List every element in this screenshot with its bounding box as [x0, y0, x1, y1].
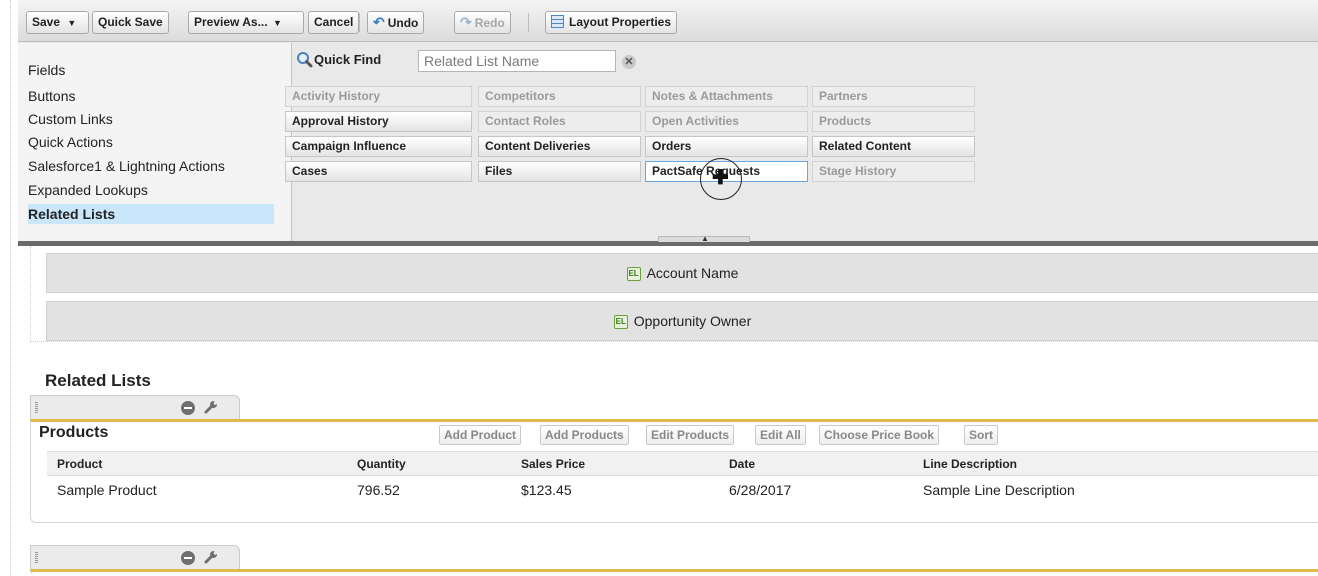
- table-cell: Sample Line Description: [923, 482, 1075, 498]
- quick-find-input[interactable]: [418, 50, 616, 72]
- wrench-icon[interactable]: [203, 549, 219, 565]
- field-label: Opportunity Owner: [633, 313, 752, 329]
- remove-icon[interactable]: [181, 551, 195, 565]
- chevron-down-icon[interactable]: ▼: [273, 18, 282, 28]
- column-header: Product: [57, 457, 103, 471]
- palette-collapse-handle[interactable]: ▲: [658, 234, 750, 243]
- related-list-tab[interactable]: [30, 545, 240, 570]
- palette-item[interactable]: Related Content: [812, 136, 975, 157]
- drag-cursor-icon: ✚: [700, 158, 742, 200]
- field-label: Account Name: [646, 265, 739, 281]
- toolbar-divider: [359, 13, 360, 32]
- add-product-button[interactable]: Add Product: [439, 425, 521, 445]
- palette-item[interactable]: Orders: [645, 136, 808, 157]
- save-button[interactable]: Save ▼: [26, 11, 89, 34]
- page-gutter: [10, 0, 11, 576]
- remove-icon[interactable]: [181, 401, 195, 415]
- field-type-icon: EL: [626, 267, 641, 281]
- palette-item[interactable]: Cases: [285, 161, 472, 182]
- column-header: Quantity: [357, 457, 406, 471]
- layout-properties-button[interactable]: Layout Properties: [545, 11, 678, 34]
- related-list-tab[interactable]: [30, 395, 240, 420]
- category-custom-links[interactable]: Custom Links: [28, 109, 274, 129]
- quick-save-button[interactable]: Quick Save: [92, 11, 169, 34]
- column-header: Date: [729, 457, 756, 471]
- layout-palette: Save ▼ Quick Save Preview As... ▼ Cancel…: [18, 0, 1318, 246]
- sort-button[interactable]: Sort: [964, 425, 998, 445]
- layout-properties-icon: [551, 15, 564, 28]
- column-header: Sales Price: [521, 457, 586, 471]
- toolbar: Save ▼ Quick Save Preview As... ▼ Cancel…: [18, 0, 1318, 42]
- undo-button[interactable]: ↶ Undo: [367, 11, 425, 34]
- choose-price-book-button[interactable]: Choose Price Book: [819, 425, 940, 445]
- palette-item[interactable]: Activity History: [285, 86, 472, 107]
- save-label: Save: [32, 15, 61, 29]
- chevron-down-icon[interactable]: ▼: [67, 18, 76, 28]
- preview-as-label: Preview As...: [194, 15, 268, 29]
- category-related-lists[interactable]: Related Lists: [28, 204, 274, 224]
- palette-item[interactable]: Contact Roles: [478, 111, 641, 132]
- quick-find-label: Quick Find: [314, 52, 382, 67]
- field-opportunity-owner[interactable]: EL Opportunity Owner: [46, 301, 1318, 341]
- category-quick-actions[interactable]: Quick Actions: [28, 132, 274, 152]
- palette-category-list: Fields Buttons Custom Links Quick Action…: [18, 43, 292, 241]
- collapse-arrow-icon: ▲: [701, 234, 709, 243]
- palette-item[interactable]: Competitors: [478, 86, 641, 107]
- products-related-list: Products Add Product Add Products Edit P…: [30, 419, 1318, 523]
- table-header: Product Quantity Sales Price Date Line D…: [47, 451, 1318, 476]
- related-list-panel: [30, 569, 1318, 576]
- palette-item[interactable]: Approval History: [285, 111, 472, 132]
- undo-icon: ↶: [373, 14, 385, 30]
- drag-handle-icon[interactable]: [35, 402, 38, 413]
- palette-item[interactable]: Partners: [812, 86, 975, 107]
- category-fields[interactable]: Fields: [28, 60, 274, 80]
- edit-all-button[interactable]: Edit All: [755, 425, 806, 445]
- cancel-button[interactable]: Cancel: [308, 11, 360, 34]
- edit-products-button[interactable]: Edit Products: [646, 425, 735, 445]
- related-lists-heading: Related Lists: [45, 371, 151, 390]
- category-lightning-actions[interactable]: Salesforce1 & Lightning Actions: [28, 156, 274, 176]
- redo-icon: ↷: [460, 14, 472, 30]
- palette-item[interactable]: Open Activities: [645, 111, 808, 132]
- add-products-button[interactable]: Add Products: [540, 425, 629, 445]
- preview-as-button[interactable]: Preview As... ▼: [188, 11, 304, 34]
- palette-item[interactable]: Notes & Attachments: [645, 86, 808, 107]
- palette-item[interactable]: Stage History: [812, 161, 975, 182]
- related-list-name: Products: [39, 424, 109, 441]
- wrench-icon[interactable]: [203, 399, 219, 415]
- undo-label: Undo: [387, 16, 419, 30]
- field-type-icon: EL: [613, 315, 628, 329]
- table-cell: Sample Product: [57, 482, 157, 498]
- drag-handle-icon[interactable]: [35, 552, 38, 563]
- category-expanded-lookups[interactable]: Expanded Lookups: [28, 180, 274, 200]
- palette-item[interactable]: Products: [812, 111, 975, 132]
- category-buttons[interactable]: Buttons: [28, 86, 274, 106]
- palette-item[interactable]: Campaign Influence: [285, 136, 472, 157]
- layout-properties-label: Layout Properties: [569, 15, 672, 29]
- toolbar-divider: [528, 13, 529, 32]
- table-cell: 6/28/2017: [729, 482, 792, 498]
- clear-icon[interactable]: ✕: [622, 55, 636, 69]
- column-header: Line Description: [923, 457, 1018, 471]
- redo-button[interactable]: ↷ Redo: [454, 11, 511, 34]
- search-icon: [297, 52, 313, 68]
- palette-item[interactable]: Content Deliveries: [478, 136, 641, 157]
- field-account-name[interactable]: EL Account Name: [46, 253, 1318, 293]
- table-cell: $123.45: [521, 482, 572, 498]
- palette-item[interactable]: Files: [478, 161, 641, 182]
- redo-label: Redo: [474, 16, 505, 30]
- table-cell: 796.52: [357, 482, 400, 498]
